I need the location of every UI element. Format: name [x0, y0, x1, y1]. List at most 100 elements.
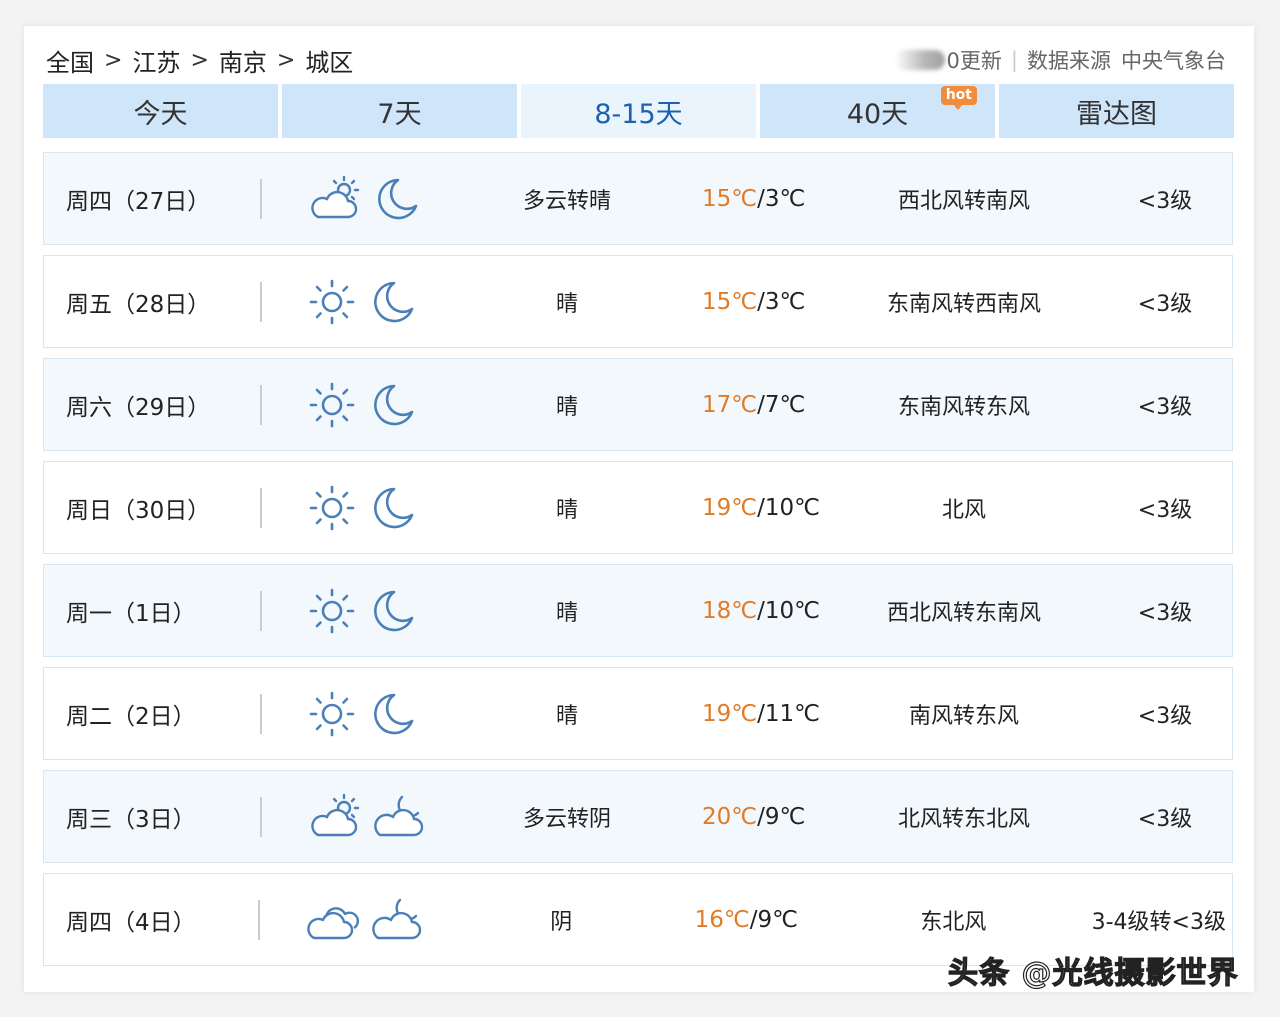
wind-level: <3级 — [1137, 600, 1193, 626]
low-temp: 9℃ — [757, 906, 798, 933]
temp-separator: / — [757, 185, 765, 212]
weather-description: 多云转晴 — [522, 188, 611, 214]
wind-level: <3级 — [1137, 394, 1193, 420]
forecast-day: 周六（29日） — [66, 394, 211, 421]
tab-label: 7天 — [377, 98, 422, 130]
partly-cloudy-icon — [306, 793, 362, 841]
temp-separator: / — [757, 494, 765, 521]
weather-description: 晴 — [555, 497, 578, 523]
wind-direction: 西北风转南风 — [897, 188, 1030, 214]
wind-direction: 东北风 — [920, 909, 987, 935]
low-temp: 10℃ — [764, 494, 820, 521]
tab-label: 8-15天 — [594, 98, 683, 130]
temp-separator: / — [757, 288, 765, 315]
forecast-row: 周日（30日） 晴 19℃/10℃ 北风 <3级 — [43, 461, 1233, 554]
forecast-day: 周四（4日） — [66, 909, 196, 936]
weather-icons — [262, 585, 432, 637]
weather-description: 多云转阴 — [522, 806, 611, 832]
wind-level: <3级 — [1137, 703, 1193, 729]
weather-icons — [262, 175, 432, 223]
breadcrumb-separator: > — [190, 47, 209, 73]
update-divider: | — [1010, 48, 1018, 72]
wind-direction: 东南风转东风 — [897, 394, 1030, 420]
weather-icons — [262, 379, 432, 431]
weather-description: 阴 — [550, 909, 573, 935]
wind-level: <3级 — [1137, 497, 1193, 523]
update-info: 0更新 | 数据来源 中央气象台 — [894, 45, 1226, 75]
high-temp: 18℃ — [702, 597, 758, 624]
forecast-day: 周三（3日） — [66, 806, 196, 833]
sun-icon — [306, 276, 358, 328]
watermark: 头条 @光线摄影世界 — [947, 955, 1239, 991]
wind-direction: 东南风转西南风 — [886, 291, 1041, 317]
update-time-label: 0更新 — [946, 49, 1002, 73]
wind-direction: 南风转东风 — [908, 703, 1019, 729]
hot-badge: hot — [940, 86, 977, 110]
weather-description: 晴 — [555, 600, 578, 626]
breadcrumb-national[interactable]: 全国 — [46, 43, 94, 78]
top-bar: 全国 > 江苏 > 南京 > 城区 0更新 | 数据来源 中央气象台 — [46, 43, 1226, 78]
temp-separator: / — [757, 391, 765, 418]
high-temp: 17℃ — [702, 391, 758, 418]
forecast-row: 周六（29日） 晴 17℃/7℃ 东南风转东风 <3级 — [43, 358, 1233, 451]
forecast-day: 周四（27日） — [66, 188, 211, 215]
data-source-label: 数据来源 — [1027, 49, 1111, 73]
temp-separator: / — [757, 803, 765, 830]
moon-icon — [370, 588, 416, 634]
temperature-range: 16℃/9℃ — [695, 907, 815, 933]
forecast-row: 周五（28日） 晴 15℃/3℃ 东南风转西南风 <3级 — [43, 255, 1233, 348]
temperature-range: 19℃/11℃ — [702, 701, 824, 727]
forecast-row: 周一（1日） 晴 18℃/10℃ 西北风转东南风 <3级 — [43, 564, 1233, 657]
wind-level: <3级 — [1137, 806, 1193, 832]
tab-7-days[interactable]: 7天 — [282, 84, 517, 138]
weather-icons — [262, 688, 432, 740]
temperature-range: 17℃/7℃ — [702, 392, 824, 418]
low-temp: 7℃ — [764, 391, 806, 418]
temperature-range: 19℃/10℃ — [702, 495, 824, 521]
low-temp: 11℃ — [764, 700, 820, 727]
wind-direction: 北风转东北风 — [897, 806, 1030, 832]
high-temp: 20℃ — [702, 803, 758, 830]
low-temp: 9℃ — [764, 803, 806, 830]
forecast-list: 周四（27日） 多云转晴 15℃/3℃ 西北风转南风 <3级 周五（28日）晴 15℃/3℃… — [43, 152, 1233, 976]
breadcrumb-province[interactable]: 江苏 — [132, 43, 180, 78]
tab-8-15-days[interactable]: 8-15天 — [521, 84, 756, 138]
overcast-icon — [304, 896, 360, 944]
weather-card: 全国 > 江苏 > 南京 > 城区 0更新 | 数据来源 中央气象台 今天 7天… — [24, 26, 1254, 992]
weather-description: 晴 — [555, 703, 578, 729]
moon-icon — [374, 176, 420, 222]
sun-icon — [306, 482, 358, 534]
forecast-day: 周一（1日） — [66, 600, 196, 627]
breadcrumb-separator: > — [104, 47, 123, 73]
temperature-range: 15℃/3℃ — [702, 186, 824, 212]
moon-icon — [370, 382, 416, 428]
wind-direction: 北风 — [941, 497, 986, 523]
tab-label: 今天 — [133, 98, 188, 130]
partly-cloudy-icon — [306, 175, 362, 223]
temp-separator: / — [757, 597, 765, 624]
temperature-range: 15℃/3℃ — [702, 289, 824, 315]
low-temp: 3℃ — [764, 185, 806, 212]
wind-level: <3级 — [1137, 188, 1193, 214]
tab-radar[interactable]: 雷达图 — [999, 84, 1234, 138]
forecast-day: 周五（28日） — [66, 291, 211, 318]
forecast-row: 周四（27日） 多云转晴 15℃/3℃ 西北风转南风 <3级 — [43, 152, 1233, 245]
tab-40-days[interactable]: 40天 hot — [760, 84, 995, 138]
weather-icons — [262, 276, 432, 328]
breadcrumb-city[interactable]: 南京 — [219, 43, 267, 78]
temperature-range: 18℃/10℃ — [702, 598, 824, 624]
breadcrumb: 全国 > 江苏 > 南京 > 城区 — [46, 43, 353, 78]
wind-level: 3-4级转<3级 — [1091, 909, 1226, 935]
forecast-row: 周三（3日） 多云转阴 20℃/9℃ 北风转东北风 <3级 — [43, 770, 1233, 863]
cloudy-night-icon — [371, 896, 426, 944]
sun-icon — [306, 688, 358, 740]
low-temp: 10℃ — [764, 597, 820, 624]
data-source-name: 中央气象台 — [1121, 49, 1226, 73]
high-temp: 19℃ — [702, 494, 758, 521]
tab-today[interactable]: 今天 — [43, 84, 278, 138]
weather-icons — [260, 896, 428, 944]
weather-icons — [262, 793, 432, 841]
weather-description: 晴 — [555, 291, 578, 317]
sun-icon — [306, 379, 358, 431]
high-temp: 15℃ — [702, 288, 758, 315]
